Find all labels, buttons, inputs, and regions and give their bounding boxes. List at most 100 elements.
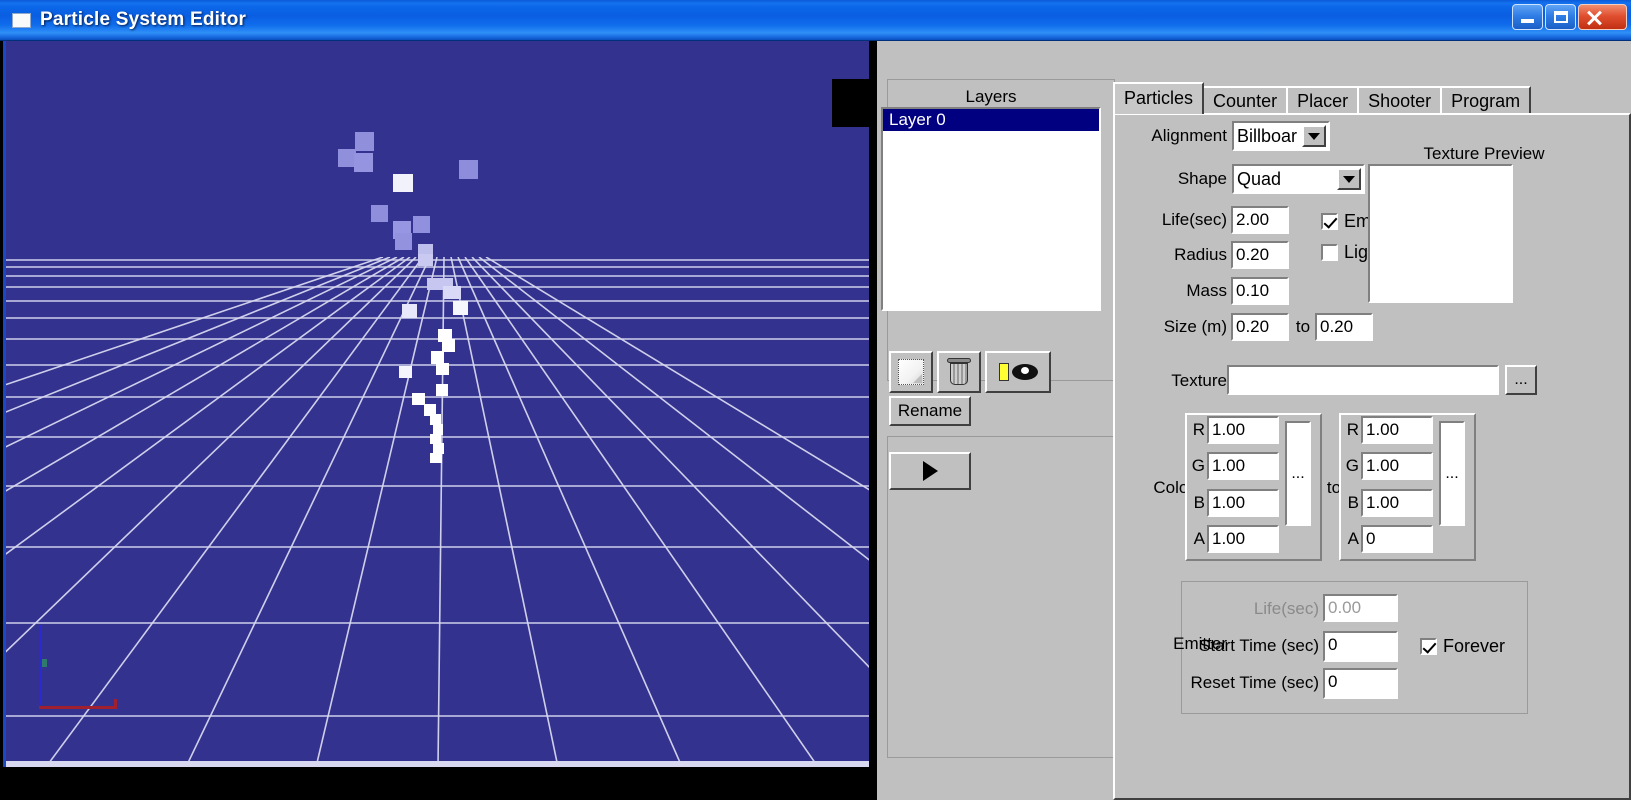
color-start-g-label: G xyxy=(1191,456,1205,475)
color-start-b-input[interactable]: 1.00 xyxy=(1207,489,1279,517)
particle xyxy=(393,174,413,192)
3d-viewport[interactable] xyxy=(3,41,869,767)
color-start-a-input[interactable]: 1.00 xyxy=(1207,525,1279,553)
shape-value: Quad xyxy=(1237,168,1282,189)
particle xyxy=(355,132,374,151)
shape-dropdown[interactable]: Quad xyxy=(1232,164,1365,194)
life-label: Life(sec) xyxy=(1161,210,1227,229)
alignment-dropdown[interactable]: Billboar xyxy=(1232,121,1330,151)
close-button[interactable] xyxy=(1578,4,1627,30)
tab-particles[interactable]: Particles xyxy=(1113,82,1205,114)
color-end-g-input[interactable]: 1.00 xyxy=(1361,452,1433,480)
color-start-panel: R 1.00 G 1.00 B 1.00 A 1.00 ... xyxy=(1185,413,1322,561)
play-button[interactable] xyxy=(889,452,971,490)
particle xyxy=(413,216,430,233)
tab-placer[interactable]: Placer xyxy=(1286,86,1360,114)
color-end-a-input[interactable]: 0 xyxy=(1361,525,1433,553)
color-start-g-input[interactable]: 1.00 xyxy=(1207,452,1279,480)
layer-toolbar xyxy=(889,351,1051,393)
trash-icon xyxy=(947,358,971,386)
color-start-b-label: B xyxy=(1193,493,1205,512)
layers-list[interactable]: Layer 0 xyxy=(881,107,1101,311)
emitter-life-input: 0.00 xyxy=(1323,594,1398,622)
shape-label: Shape xyxy=(1177,169,1227,188)
chevron-down-icon[interactable] xyxy=(1302,125,1326,147)
color-end-r-input[interactable]: 1.00 xyxy=(1361,416,1433,444)
radius-label: Radius xyxy=(1174,245,1227,264)
color-start-r-label: R xyxy=(1192,420,1205,439)
color-start-a-label: A xyxy=(1193,529,1205,548)
rename-button[interactable]: Rename xyxy=(889,396,971,426)
particle xyxy=(418,254,433,266)
tab-counter[interactable]: Counter xyxy=(1202,86,1289,114)
texture-preview-box xyxy=(1368,164,1513,303)
emitter-reset-time-input[interactable]: 0 xyxy=(1323,668,1398,699)
texture-label: Texture xyxy=(1171,371,1227,390)
particle xyxy=(430,453,442,463)
properties-tab-panel: Particles Counter Placer Shooter Program… xyxy=(1113,79,1631,800)
checkbox-icon xyxy=(1420,638,1437,655)
maximize-icon xyxy=(1554,11,1568,23)
alignment-value: Billboar xyxy=(1237,125,1298,146)
particle xyxy=(436,363,449,375)
tab-shooter[interactable]: Shooter xyxy=(1357,86,1443,114)
color-end-b-label: B xyxy=(1347,493,1359,512)
color-start-r-input[interactable]: 1.00 xyxy=(1207,416,1279,444)
texture-browse-button[interactable]: ... xyxy=(1505,365,1537,395)
tab-program[interactable]: Program xyxy=(1440,86,1532,114)
radius-input[interactable]: 0.20 xyxy=(1231,241,1289,269)
particle xyxy=(399,366,412,378)
tab-strip: Particles Counter Placer Shooter Program xyxy=(1113,82,1532,114)
forever-checkbox[interactable]: Forever xyxy=(1420,636,1505,657)
title-bar: Particle System Editor xyxy=(0,0,1631,41)
chevron-down-icon[interactable] xyxy=(1337,168,1361,190)
window-controls xyxy=(1512,4,1627,30)
viewport-sky xyxy=(6,41,869,257)
application-window: Particle System Editor Layers Layer 0 Re… xyxy=(0,0,1631,800)
color-end-b-input[interactable]: 1.00 xyxy=(1361,489,1433,517)
page-icon xyxy=(898,359,924,385)
minimize-button[interactable] xyxy=(1512,4,1543,30)
maximize-button[interactable] xyxy=(1545,4,1576,30)
viewport-bottom-edge xyxy=(6,761,869,767)
minimize-icon xyxy=(1521,19,1534,23)
emitter-start-time-label: Start Time (sec) xyxy=(1199,636,1319,655)
particle xyxy=(443,286,461,299)
list-item[interactable]: Layer 0 xyxy=(883,109,1099,131)
color-end-swatch-button[interactable]: ... xyxy=(1439,421,1465,526)
particle xyxy=(354,153,373,172)
color-swatch-icon xyxy=(998,363,1009,381)
texture-preview-label: Texture Preview xyxy=(1423,144,1545,163)
size-max-input[interactable]: 0.20 xyxy=(1315,313,1373,341)
size-min-input[interactable]: 0.20 xyxy=(1231,313,1289,341)
mass-label: Mass xyxy=(1186,281,1227,300)
delete-layer-button[interactable] xyxy=(937,351,981,393)
alignment-label: Alignment xyxy=(1151,126,1227,145)
layers-title: Layers xyxy=(965,87,1017,106)
forever-label: Forever xyxy=(1443,636,1506,656)
texture-input[interactable] xyxy=(1227,365,1499,395)
checkbox-icon xyxy=(1321,244,1338,261)
color-end-panel: R 1.00 G 1.00 B 1.00 A 0 ... xyxy=(1339,413,1476,561)
particle xyxy=(371,205,388,222)
life-input[interactable]: 2.00 xyxy=(1231,206,1289,234)
window-title: Particle System Editor xyxy=(40,9,247,30)
emitter-start-time-input[interactable]: 0 xyxy=(1323,631,1398,662)
particle xyxy=(395,233,412,250)
mass-input[interactable]: 0.10 xyxy=(1231,277,1289,305)
checkbox-icon xyxy=(1321,213,1338,230)
right-panel: Layers Layer 0 Rename Particles Counter … xyxy=(877,41,1631,800)
viewport-container xyxy=(0,41,877,800)
axis-z-gizmo xyxy=(114,699,117,709)
new-layer-button[interactable] xyxy=(889,351,933,393)
color-start-swatch-button[interactable]: ... xyxy=(1285,421,1311,526)
emitter-life-label: Life(sec) xyxy=(1253,599,1319,618)
particle xyxy=(436,384,448,396)
layer-visibility-button[interactable] xyxy=(985,351,1051,393)
axis-x-gizmo xyxy=(39,706,117,709)
particle xyxy=(459,160,478,179)
eye-icon xyxy=(1011,364,1038,380)
color-end-a-label: A xyxy=(1347,529,1359,548)
emitter-reset-time-label: Reset Time (sec) xyxy=(1190,673,1319,692)
color-end-r-label: R xyxy=(1346,420,1359,439)
